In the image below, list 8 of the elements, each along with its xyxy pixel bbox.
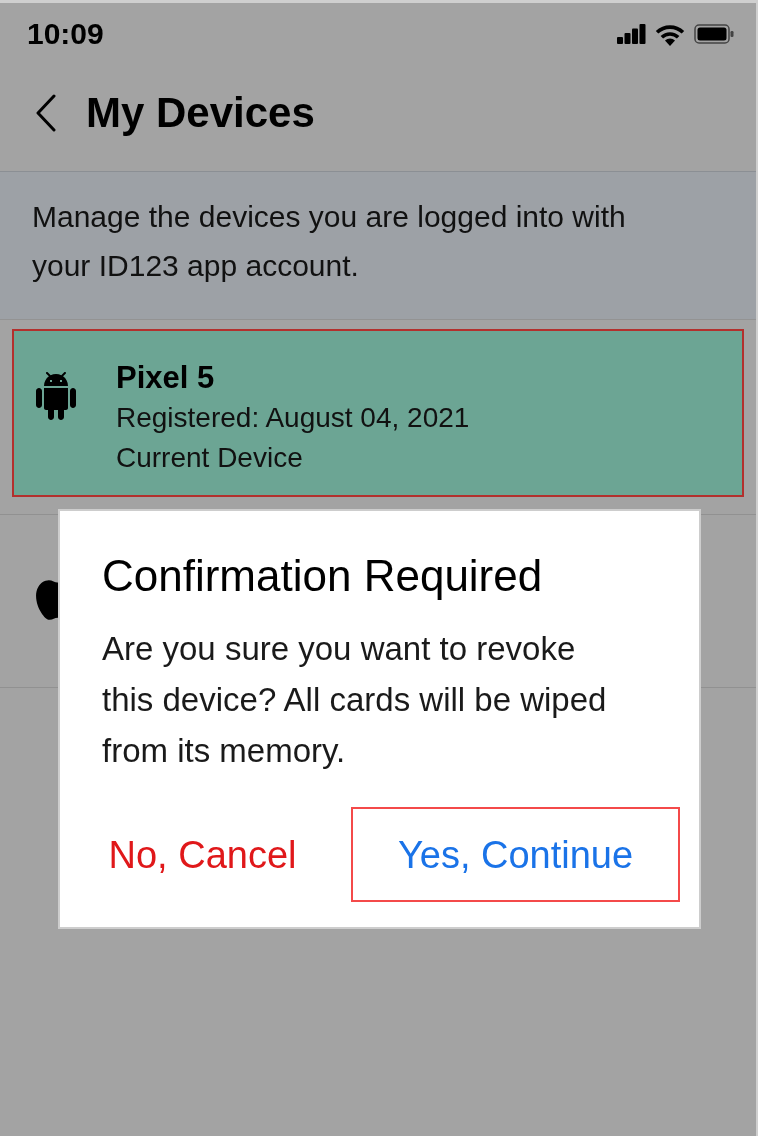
dialog-message: Are you sure you want to revoke this device? All cards will be wiped from its memory. — [102, 629, 608, 771]
description-text: Manage the devices you are logged into with your ID123 app account. — [32, 199, 627, 284]
dialog-title: Confirmation Required — [102, 551, 543, 601]
page-title: My Devices — [86, 91, 315, 134]
registered-date: Registered: August 04, 2021 — [116, 401, 470, 435]
device-name: Pixel 5 — [116, 359, 216, 397]
device-status: Current Device — [116, 441, 304, 475]
status-time: 10:09 — [27, 18, 104, 49]
